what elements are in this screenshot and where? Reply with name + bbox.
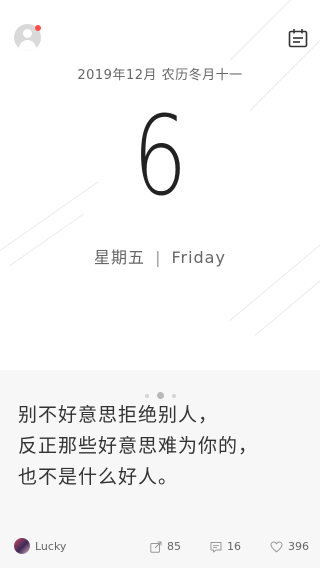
share-icon <box>150 541 162 553</box>
share-button[interactable]: 85 <box>150 540 181 553</box>
calendar-icon[interactable] <box>288 28 308 48</box>
quote-line: 反正那些好意思难为你的， <box>18 435 259 457</box>
comment-count: 16 <box>227 540 241 553</box>
quote-line: 别不好意思拒绝别人， <box>18 404 219 426</box>
author-name[interactable]: Lucky <box>35 540 66 553</box>
daily-quote: 别不好意思拒绝别人， 反正那些好意思难为你的， 也不是什么好人。 <box>18 400 308 493</box>
comment-button[interactable]: 16 <box>210 540 241 553</box>
quote-footer: Lucky 85 16 396 <box>0 534 320 558</box>
avatar-body-shape <box>19 40 36 51</box>
avatar-head-shape <box>23 29 32 38</box>
author-avatar[interactable] <box>14 538 30 554</box>
weekday-separator: | <box>155 248 162 267</box>
share-count: 85 <box>167 540 181 553</box>
weekday-chinese: 星期五 <box>94 248 146 267</box>
calendar-icon-graphic <box>288 29 308 48</box>
page-dot[interactable] <box>171 393 176 398</box>
like-button[interactable]: 396 <box>270 540 309 553</box>
quote-line: 也不是什么好人。 <box>18 466 179 488</box>
gregorian-lunar-date: 2019年12月 农历冬月十一 <box>77 68 243 83</box>
weekday-english: Friday <box>171 248 226 267</box>
day-number: 6 <box>132 92 188 220</box>
decorative-streak <box>254 277 320 336</box>
heart-icon <box>270 540 283 552</box>
comment-icon <box>210 541 222 552</box>
page-dot[interactable] <box>144 393 149 398</box>
page-dot-active[interactable] <box>156 392 164 399</box>
like-count: 396 <box>288 540 309 553</box>
page-indicator <box>0 385 320 399</box>
notification-dot <box>35 25 41 31</box>
weekday-line: 星期五 | Friday <box>0 244 320 268</box>
calendar-header-area: 2019年12月 农历冬月十一 6 星期五 | Friday <box>0 0 320 370</box>
